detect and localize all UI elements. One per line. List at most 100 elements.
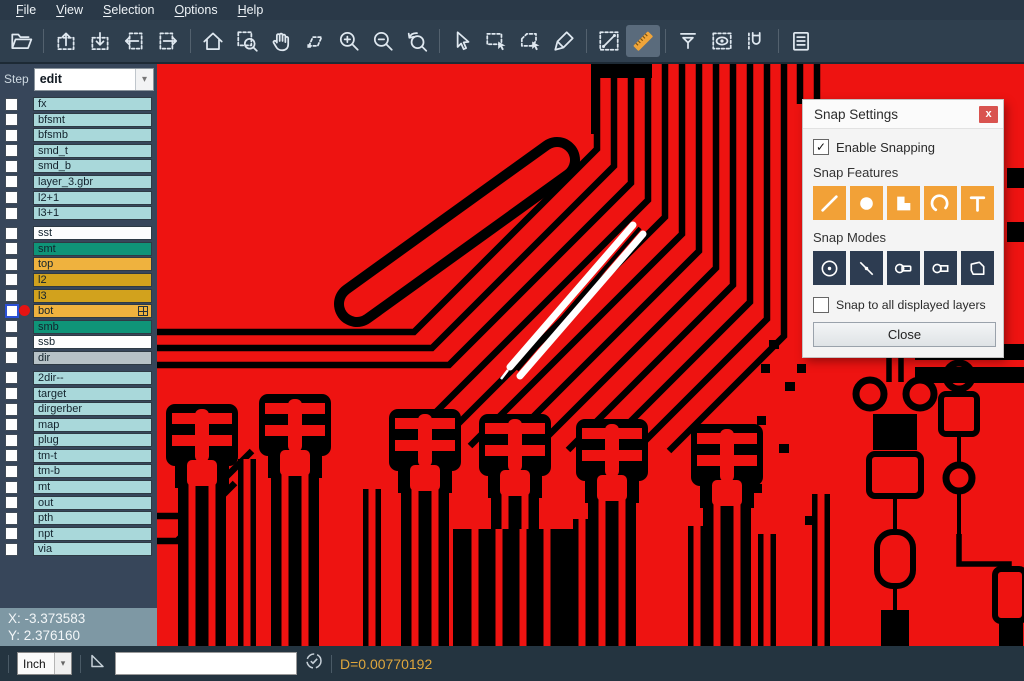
layer-bar-smd_t[interactable]: smd_t — [33, 144, 152, 158]
layer-row-layer_3.gbr[interactable]: layer_3.gbr — [0, 175, 157, 189]
layer-row-top[interactable]: top — [0, 257, 157, 271]
snap-magnet-button[interactable] — [739, 25, 773, 57]
menu-view[interactable]: View — [46, 1, 93, 19]
layer-row-map[interactable]: map — [0, 418, 157, 432]
pan-button[interactable] — [264, 25, 298, 57]
dialog-title-bar[interactable]: Snap Settings x — [803, 100, 1003, 129]
layer-bar-target[interactable]: target — [33, 387, 152, 401]
snap-pad-button[interactable] — [850, 186, 883, 220]
layer-row-l2+1[interactable]: l2+1 — [0, 191, 157, 205]
zoom-out-button[interactable] — [366, 25, 400, 57]
layer-bar-bfsmb[interactable]: bfsmb — [33, 128, 152, 142]
layer-row-l2[interactable]: l2 — [0, 273, 157, 287]
layer-row-bfsmb[interactable]: bfsmb — [0, 128, 157, 142]
layer-checkbox-bfsmb[interactable] — [5, 129, 18, 142]
measure-button[interactable] — [592, 25, 626, 57]
layer-bar-top[interactable]: top — [33, 257, 152, 271]
layer-checkbox-sst[interactable] — [5, 227, 18, 240]
layer-checkbox-plug[interactable] — [5, 434, 18, 447]
layer-bar-tm-t[interactable]: tm-t — [33, 449, 152, 463]
all-layers-checkbox[interactable] — [813, 297, 829, 313]
layer-checkbox-l3+1[interactable] — [5, 207, 18, 220]
layer-checkbox-smt[interactable] — [5, 242, 18, 255]
import-up-button[interactable] — [49, 25, 83, 57]
layer-bar-l2[interactable]: l2 — [33, 273, 152, 287]
layer-checkbox-tm-b[interactable] — [5, 465, 18, 478]
layer-checkbox-tm-t[interactable] — [5, 449, 18, 462]
layer-row-sst[interactable]: sst — [0, 226, 157, 240]
layer-checkbox-dirgerber[interactable] — [5, 403, 18, 416]
layer-checkbox-2dir--[interactable] — [5, 371, 18, 384]
layer-row-l3+1[interactable]: l3+1 — [0, 206, 157, 220]
layer-row-mt[interactable]: mt — [0, 480, 157, 494]
layer-bar-smt[interactable]: smt — [33, 242, 152, 256]
layer-bar-out[interactable]: out — [33, 496, 152, 510]
zoom-previous-button[interactable] — [400, 25, 434, 57]
layer-row-tm-t[interactable]: tm-t — [0, 449, 157, 463]
pcb-canvas[interactable]: Snap Settings x ✓ Enable Snapping Snap F… — [157, 64, 1024, 646]
menu-options[interactable]: Options — [164, 1, 227, 19]
layer-bar-l3[interactable]: l3 — [33, 289, 152, 303]
layer-bar-dir[interactable]: dir — [33, 351, 152, 365]
layer-row-pth[interactable]: pth — [0, 511, 157, 525]
snap-slot-center-button[interactable] — [887, 251, 920, 285]
layer-row-bfsmt[interactable]: bfsmt — [0, 113, 157, 127]
layer-checkbox-smd_b[interactable] — [5, 160, 18, 173]
layer-row-dirgerber[interactable]: dirgerber — [0, 402, 157, 416]
layer-checkbox-top[interactable] — [5, 258, 18, 271]
layer-bar-npt[interactable]: npt — [33, 527, 152, 541]
layer-row-via[interactable]: via — [0, 542, 157, 556]
layer-checkbox-layer_3.gbr[interactable] — [5, 175, 18, 188]
zoom-window-button[interactable] — [230, 25, 264, 57]
layer-bar-pth[interactable]: pth — [33, 511, 152, 525]
enable-snapping-checkbox[interactable]: ✓ — [813, 139, 829, 155]
layer-row-out[interactable]: out — [0, 496, 157, 510]
layer-row-smd_b[interactable]: smd_b — [0, 159, 157, 173]
layer-row-tm-b[interactable]: tm-b — [0, 464, 157, 478]
layer-row-plug[interactable]: plug — [0, 433, 157, 447]
layer-checkbox-target[interactable] — [5, 387, 18, 400]
layer-bar-l2+1[interactable]: l2+1 — [33, 191, 152, 205]
snap-contour-button[interactable] — [961, 251, 994, 285]
zoom-in-button[interactable] — [332, 25, 366, 57]
layer-checkbox-l2+1[interactable] — [5, 191, 18, 204]
unit-select[interactable]: Inch ▾ — [17, 652, 72, 675]
layer-row-ssb[interactable]: ssb — [0, 335, 157, 349]
layer-checkbox-mt[interactable] — [5, 481, 18, 494]
grid-icon[interactable] — [138, 306, 148, 316]
close-icon[interactable]: x — [979, 106, 998, 123]
layer-checkbox-bfsmt[interactable] — [5, 113, 18, 126]
layer-bar-via[interactable]: via — [33, 542, 152, 556]
filter-button[interactable] — [671, 25, 705, 57]
snap-center-button[interactable] — [813, 251, 846, 285]
layer-row-l3[interactable]: l3 — [0, 289, 157, 303]
select-poly-button[interactable] — [513, 25, 547, 57]
snap-closest-point-button[interactable] — [850, 251, 883, 285]
layer-bar-l3+1[interactable]: l3+1 — [33, 206, 152, 220]
layer-bar-tm-b[interactable]: tm-b — [33, 464, 152, 478]
apply-check-icon[interactable] — [305, 652, 323, 675]
layer-bar-layer_3.gbr[interactable]: layer_3.gbr — [33, 175, 152, 189]
layer-row-smt[interactable]: smt — [0, 242, 157, 256]
layer-row-2dir--[interactable]: 2dir-- — [0, 371, 157, 385]
layer-bar-map[interactable]: map — [33, 418, 152, 432]
report-button[interactable] — [784, 25, 818, 57]
layer-bar-sst[interactable]: sst — [33, 226, 152, 240]
layer-row-npt[interactable]: npt — [0, 527, 157, 541]
layer-checkbox-out[interactable] — [5, 496, 18, 509]
layer-checkbox-l2[interactable] — [5, 273, 18, 286]
layer-row-fx[interactable]: fx — [0, 97, 157, 111]
layer-checkbox-via[interactable] — [5, 543, 18, 556]
snap-surface-button[interactable] — [887, 186, 920, 220]
layer-checkbox-npt[interactable] — [5, 527, 18, 540]
import-down-button[interactable] — [83, 25, 117, 57]
layer-checkbox-dir[interactable] — [5, 351, 18, 364]
home-button[interactable] — [196, 25, 230, 57]
view-options-button[interactable] — [705, 25, 739, 57]
layer-checkbox-l3[interactable] — [5, 289, 18, 302]
layer-bar-smb[interactable]: smb — [33, 320, 152, 334]
ruler-button[interactable] — [626, 25, 660, 57]
layer-row-smb[interactable]: smb — [0, 320, 157, 334]
layer-bar-ssb[interactable]: ssb — [33, 335, 152, 349]
layer-bar-bfsmt[interactable]: bfsmt — [33, 113, 152, 127]
